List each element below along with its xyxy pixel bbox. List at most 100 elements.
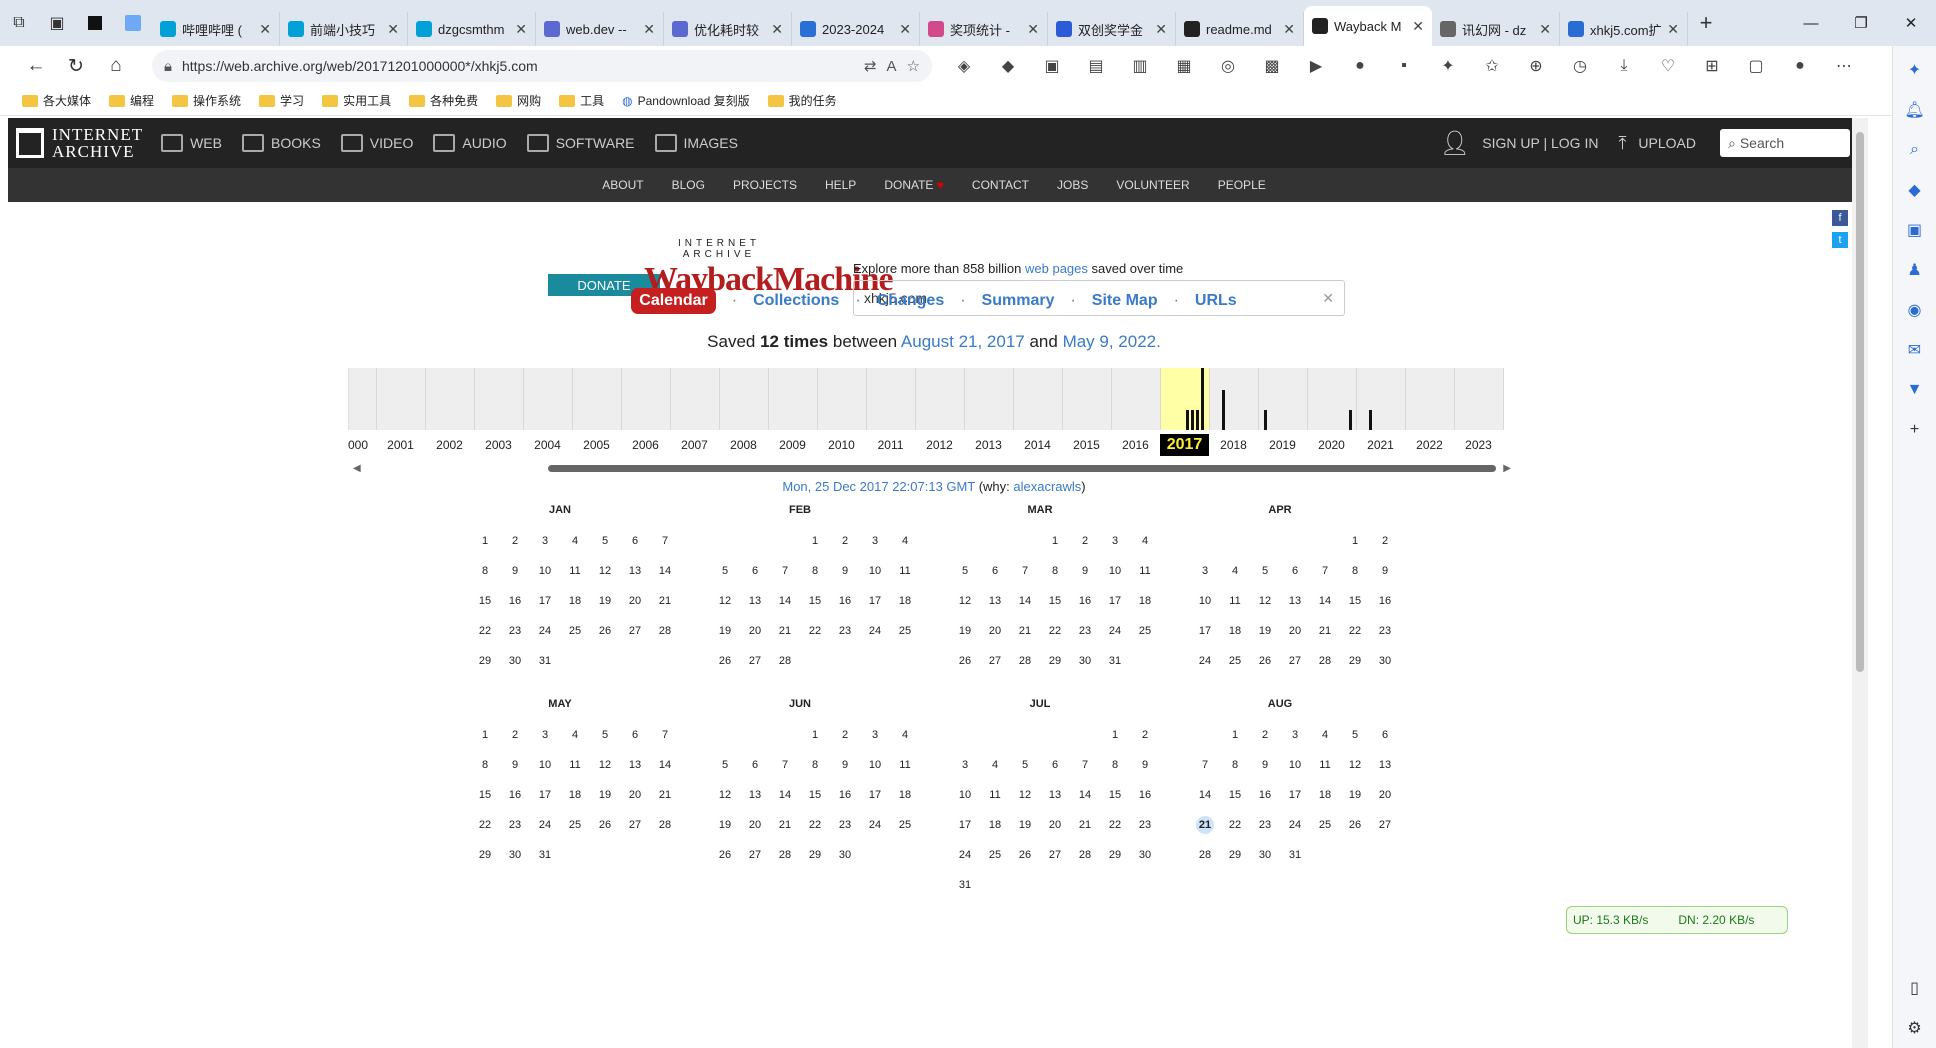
bookmark-item[interactable]: 编程	[109, 92, 154, 109]
tab-close-icon[interactable]: ✕	[1667, 21, 1679, 38]
capture-why-link[interactable]: alexacrawls	[1013, 479, 1081, 494]
workspaces-icon[interactable]: ⧉	[0, 0, 38, 46]
extension-icon[interactable]: ▥	[1118, 48, 1162, 84]
drop-icon[interactable]: ▼	[1907, 370, 1923, 410]
timeline-year-column[interactable]	[475, 368, 524, 430]
year-label[interactable]: 2020	[1307, 434, 1356, 456]
year-label[interactable]: 2008	[719, 434, 768, 456]
signup-login-link[interactable]: SIGN UP | LOG IN	[1482, 135, 1598, 151]
downloads-icon[interactable]: ⤓	[1602, 48, 1646, 84]
tab-close-icon[interactable]: ✕	[1412, 18, 1424, 35]
tab-close-icon[interactable]: ✕	[899, 21, 911, 38]
pinned-tab[interactable]	[76, 0, 114, 46]
browser-tab[interactable]: Wayback M ✕	[1304, 6, 1432, 46]
year-label[interactable]: 2015	[1062, 434, 1111, 456]
timeline-scroll-thumb[interactable]	[548, 465, 1496, 472]
search-icon[interactable]: ⌕	[1910, 130, 1919, 170]
wayback-tab-changes[interactable]: Changes	[877, 292, 945, 310]
wayback-tab-summary[interactable]: Summary	[982, 292, 1055, 310]
year-label[interactable]: 2002	[425, 434, 474, 456]
capture-spark-bar[interactable]	[1349, 410, 1352, 430]
upload-link[interactable]: UPLOAD	[1638, 135, 1696, 151]
subnav-contact[interactable]: CONTACT	[972, 178, 1029, 192]
minimize-button[interactable]: —	[1786, 0, 1836, 46]
play-extension-icon[interactable]: ▶	[1294, 48, 1338, 84]
timeline-year-column[interactable]	[818, 368, 867, 430]
tab-close-icon[interactable]: ✕	[771, 21, 783, 38]
timeline-year-column[interactable]	[349, 368, 377, 430]
capture-spark-bar[interactable]	[1191, 410, 1194, 430]
tab-close-icon[interactable]: ✕	[515, 21, 527, 38]
bookmark-item[interactable]: 各大媒体	[22, 92, 91, 109]
year-label[interactable]: 2006	[621, 434, 670, 456]
subnav-help[interactable]: HELP	[825, 178, 856, 192]
capture-date-link[interactable]: Mon, 25 Dec 2017 22:07:13 GMT	[782, 479, 975, 494]
bookmark-item[interactable]: 操作系统	[172, 92, 241, 109]
timeline-year-column[interactable]	[720, 368, 769, 430]
more-menu-icon[interactable]: ⋯	[1822, 48, 1866, 84]
browser-tab[interactable]: 双创奖学金 ✕	[1048, 12, 1176, 46]
wayback-tab-collections[interactable]: Collections	[753, 292, 839, 310]
restore-button[interactable]: ❐	[1836, 0, 1886, 46]
page-scroll-thumb[interactable]	[1856, 132, 1864, 672]
tab-close-icon[interactable]: ✕	[1155, 21, 1167, 38]
year-label[interactable]: 2005	[572, 434, 621, 456]
lock-icon[interactable]: 🔒︎	[164, 58, 172, 75]
extensions-puzzle-icon[interactable]: ✦	[1426, 48, 1470, 84]
translate-icon[interactable]: ⇄	[864, 57, 877, 75]
timeline-year-column[interactable]	[916, 368, 965, 430]
ia-nav-web[interactable]: WEB	[161, 134, 222, 152]
year-label[interactable]: 2011	[866, 434, 915, 456]
capture-spark-bar[interactable]	[1369, 410, 1372, 430]
browser-tab[interactable]: 讯幻网 - dz ✕	[1432, 12, 1560, 46]
wayback-tab-urls[interactable]: URLs	[1195, 292, 1237, 310]
close-window-button[interactable]: ✕	[1886, 0, 1936, 46]
tab-actions-icon[interactable]: ▣	[38, 0, 76, 46]
bitwarden-extension-icon[interactable]: ◈	[942, 48, 986, 84]
first-capture-link[interactable]: August 21, 2017	[901, 332, 1025, 351]
timeline-year-column[interactable]	[377, 368, 426, 430]
extension-icon[interactable]: ●	[1338, 48, 1382, 84]
tab-close-icon[interactable]: ✕	[643, 21, 655, 38]
tab-close-icon[interactable]: ✕	[387, 21, 399, 38]
page-scrollbar[interactable]	[1852, 118, 1868, 1048]
year-label[interactable]: 2023	[1454, 434, 1503, 456]
bookmark-item[interactable]: 网购	[496, 92, 541, 109]
capture-spark-bar[interactable]	[1264, 410, 1267, 430]
timeline-year-column[interactable]	[671, 368, 720, 430]
add-sidebar-icon[interactable]: +	[1910, 410, 1919, 450]
year-label[interactable]: 2007	[670, 434, 719, 456]
timeline-year-column[interactable]	[426, 368, 475, 430]
bookmark-item[interactable]: 我的任务	[767, 92, 837, 109]
wayback-tab-calendar[interactable]: Calendar	[631, 288, 716, 314]
year-label[interactable]: 2018	[1209, 434, 1258, 456]
bookmark-item[interactable]: ◍ Pandownload 复刻版	[622, 92, 750, 109]
tab-close-icon[interactable]: ✕	[1539, 21, 1551, 38]
last-capture-link[interactable]: May 9, 2022.	[1063, 332, 1161, 351]
browser-tab[interactable]: dzgcsmthm ✕	[408, 12, 536, 46]
tools-icon[interactable]: ▣	[1907, 210, 1922, 250]
browser-tab[interactable]: readme.md ✕	[1176, 12, 1304, 46]
screenshot-icon[interactable]: ▢	[1734, 48, 1778, 84]
browser-tab[interactable]: web.dev -- ✕	[536, 12, 664, 46]
shopping-icon[interactable]: ◆	[1908, 170, 1920, 210]
capture-spark-bar[interactable]	[1196, 410, 1199, 430]
timeline-year-column[interactable]	[622, 368, 671, 430]
timeline-year-column[interactable]	[1063, 368, 1112, 430]
browser-tab[interactable]: xhkj5.com扩 ✕	[1560, 12, 1688, 46]
address-bar[interactable]: 🔒︎ https://web.archive.org/web/201712010…	[152, 50, 932, 82]
year-label[interactable]: 2003	[474, 434, 523, 456]
home-button[interactable]: ⌂	[96, 48, 136, 84]
upload-icon[interactable]: ⤒	[1618, 133, 1626, 154]
copilot-icon[interactable]: ✦	[1908, 50, 1921, 90]
web-pages-link[interactable]: web pages	[1025, 261, 1088, 276]
timeline-year-column[interactable]	[1112, 368, 1161, 430]
browser-tab[interactable]: 奖项统计 - ✕	[920, 12, 1048, 46]
browser-tab[interactable]: 前端小技巧 ✕	[280, 12, 408, 46]
year-label[interactable]: 2022	[1405, 434, 1454, 456]
calendar-day[interactable]: 21	[1190, 810, 1220, 840]
ia-nav-audio[interactable]: AUDIO	[433, 134, 507, 152]
tab-close-icon[interactable]: ✕	[1283, 21, 1295, 38]
profile-icon[interactable]: ●	[1778, 48, 1822, 84]
timeline-year-column[interactable]	[1210, 368, 1259, 430]
